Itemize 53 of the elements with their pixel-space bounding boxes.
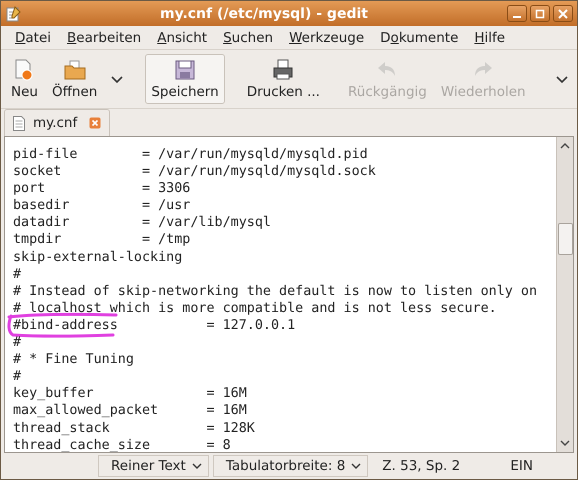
code-line: # Instead of skip-networking the default is now to listen only on (13, 284, 538, 299)
code-line: skip-external-locking (13, 250, 182, 265)
code-line: pid-file = /var/run/mysqld/mysqld.pid (13, 147, 368, 162)
chevron-down-icon (556, 76, 568, 84)
menu-item[interactable]: Dokumente (372, 30, 466, 46)
close-button[interactable] (553, 5, 573, 22)
chevron-down-icon (111, 76, 124, 84)
code-line: datadir = /var/lib/mysql (13, 215, 271, 230)
save-button[interactable]: Speichern (145, 54, 225, 104)
close-icon[interactable] (89, 117, 102, 129)
minimize-button[interactable] (507, 5, 527, 22)
open-button[interactable]: Öffnen (46, 54, 104, 104)
document-tab[interactable]: my.cnf (4, 109, 110, 136)
maximize-button[interactable] (530, 5, 550, 22)
code-line: key_buffer = 16M (13, 386, 247, 402)
menu-item[interactable]: Datei (7, 30, 60, 46)
code-line: thread_cache_size = 8 (13, 438, 231, 452)
code-line: socket = /var/run/mysqld/mysqld.sock (13, 164, 376, 180)
code-line: thread_stack = 128K (13, 420, 255, 436)
language-dropdown[interactable]: Reiner Text (98, 455, 209, 477)
code-line: max_allowed_packet = 16M (13, 403, 247, 418)
cursor-position: Z. 53, Sp. 2 (381, 458, 460, 474)
minimize-icon (513, 16, 521, 18)
menu-item[interactable]: Bearbeiten (59, 30, 150, 46)
menu-item[interactable]: Suchen (215, 30, 282, 46)
code-line: # (13, 369, 22, 384)
menu-item[interactable]: Ansicht (149, 30, 216, 46)
print-button[interactable]: Drucken ... (240, 54, 326, 104)
printer-icon (271, 58, 296, 82)
code-line: # (13, 266, 22, 282)
code-line: port = 3306 (13, 181, 190, 196)
close-icon (558, 8, 568, 18)
menu-item[interactable]: Hilfe (466, 30, 514, 46)
chevron-down-icon (192, 462, 202, 470)
code-line: # (13, 335, 22, 350)
scrollbar[interactable] (556, 137, 573, 452)
code-line: tmpdir = /tmp (13, 232, 190, 248)
insert-mode: EIN (510, 458, 534, 474)
new-button[interactable]: Neu (5, 54, 44, 104)
notepad-icon (5, 6, 21, 22)
tab-label: my.cnf (33, 115, 78, 131)
code-line: #bind-address = 127.0.0.1 (13, 318, 296, 333)
window-title: my.cnf (/etc/mysql) - gedit (159, 6, 369, 22)
code-line: # localhost which is more compatible and is not less secure. (13, 300, 497, 316)
scrollbar-thumb[interactable] (558, 223, 572, 255)
chevron-down-icon (351, 462, 362, 470)
folder-icon (62, 58, 87, 82)
document-icon (13, 116, 25, 130)
tab-width-dropdown[interactable]: Tabulatorbreite: 8 (212, 455, 368, 477)
code-line: basedir = /usr (13, 198, 190, 214)
menu-item[interactable]: Werkzeuge (281, 30, 372, 46)
maximize-icon (535, 8, 545, 18)
code-line: # * Fine Tuning (13, 352, 134, 368)
